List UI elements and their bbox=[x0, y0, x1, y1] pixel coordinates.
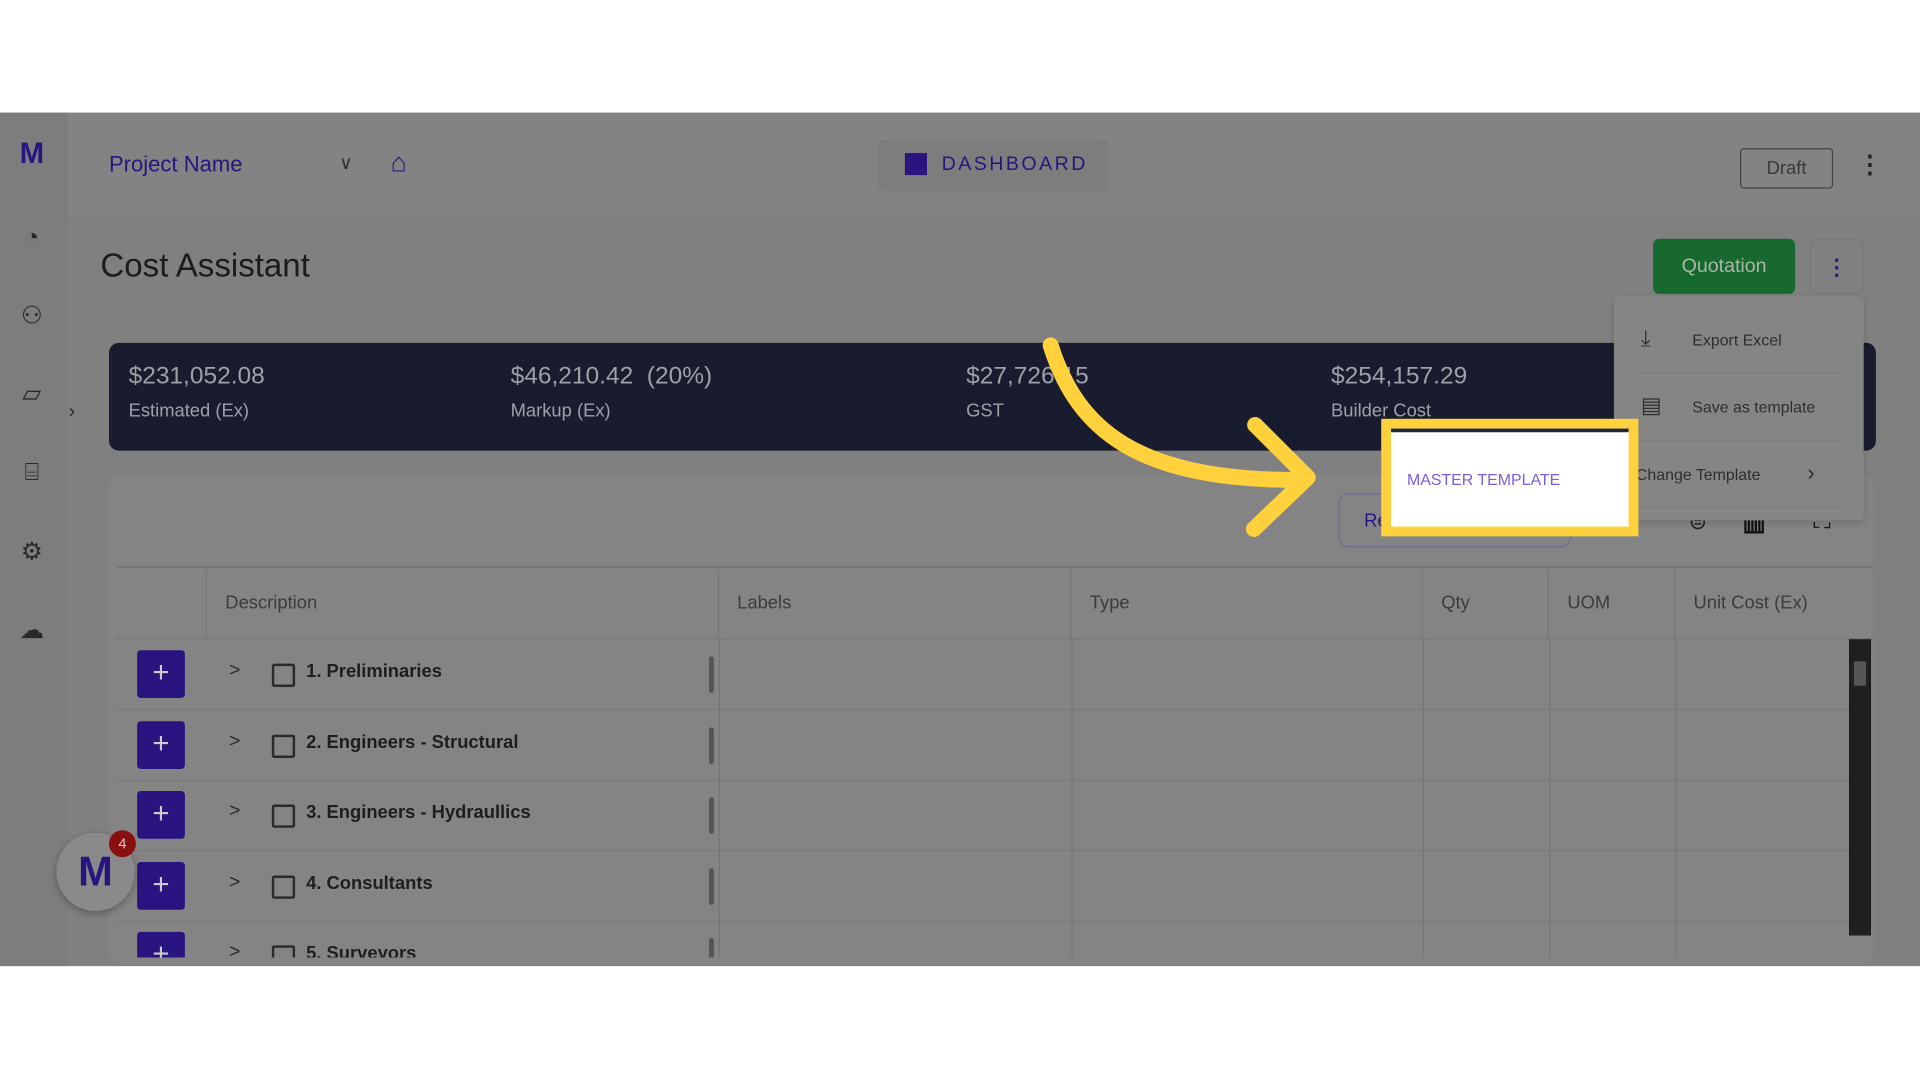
notification-badge: 4 bbox=[108, 830, 136, 858]
template-submenu: MASTER TEMPLATE bbox=[1391, 428, 1629, 527]
annotation-arrow bbox=[1042, 337, 1316, 537]
app-window: M ◔ ⚇ ▱ ⌸ ⚙ ☁ › Project Name ∨ ⌂ DASHBOA… bbox=[0, 112, 1920, 967]
highlight-box: MASTER TEMPLATE bbox=[1381, 418, 1639, 537]
submenu-master-template[interactable]: MASTER TEMPLATE bbox=[1407, 470, 1560, 488]
